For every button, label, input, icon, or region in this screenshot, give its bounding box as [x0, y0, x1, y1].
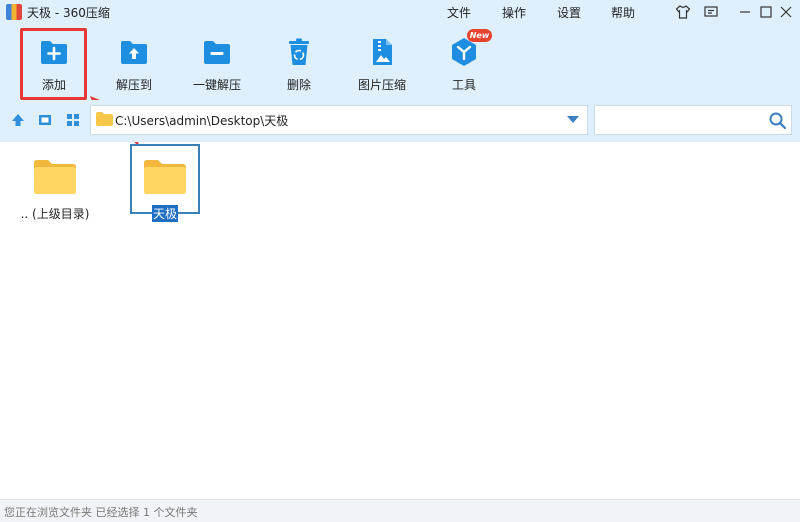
title-bar: 天极 - 360压缩 文件 操作 设置 帮助 — [0, 0, 800, 24]
menu-settings[interactable]: 设置 — [557, 4, 581, 21]
feedback-icon[interactable] — [701, 2, 721, 22]
status-bar: 您正在浏览文件夹 已经选择 1 个文件夹 — [0, 499, 800, 522]
tools-label: 工具 — [451, 78, 476, 92]
extract-folder-icon — [121, 41, 147, 64]
skin-icon[interactable] — [673, 2, 693, 22]
folder-icon — [34, 160, 76, 194]
folder-icon — [96, 112, 113, 126]
image-compress-button[interactable]: 图片压缩 — [347, 30, 417, 96]
menu-operation[interactable]: 操作 — [502, 4, 526, 21]
chevron-down-icon[interactable] — [567, 116, 579, 124]
image-compress-icon — [373, 39, 392, 65]
address-path: C:\Users\admin\Desktop\天极 — [115, 114, 289, 128]
menu-file[interactable]: 文件 — [447, 4, 471, 21]
file-item-label: .. (上级目录) — [20, 207, 90, 221]
grid-view-icon[interactable] — [65, 112, 81, 128]
search-input[interactable] — [594, 105, 792, 135]
extract-to-button[interactable]: 解压到 — [99, 30, 169, 96]
one-click-extract-label: 一键解压 — [192, 78, 241, 92]
maximize-icon[interactable] — [756, 2, 776, 22]
file-item-parent[interactable]: .. (上级目录) — [15, 157, 95, 222]
file-item-label-selected: 天极 — [151, 205, 178, 222]
highlight-box — [20, 28, 87, 100]
delete-label: 删除 — [286, 78, 311, 92]
extract-to-label: 解压到 — [115, 78, 152, 92]
folder-icon — [144, 160, 186, 194]
minimize-icon[interactable] — [735, 2, 755, 22]
trash-icon — [289, 38, 309, 65]
close-icon[interactable] — [776, 2, 796, 22]
file-item-tianji[interactable]: 天极 — [125, 157, 205, 222]
detail-view-icon[interactable] — [37, 112, 53, 128]
app-logo — [6, 4, 22, 20]
search-icon[interactable] — [769, 112, 786, 129]
new-badge: New — [467, 29, 492, 42]
address-bar[interactable]: C:\Users\admin\Desktop\天极 — [90, 105, 588, 135]
menu-help[interactable]: 帮助 — [611, 4, 635, 21]
one-click-extract-icon — [204, 41, 230, 64]
delete-button[interactable]: 删除 — [264, 30, 334, 96]
status-text: 您正在浏览文件夹 已经选择 1 个文件夹 — [4, 506, 198, 519]
up-arrow-icon[interactable] — [10, 112, 26, 128]
image-compress-label: 图片压缩 — [357, 78, 406, 92]
one-click-extract-button[interactable]: 一键解压 — [182, 30, 252, 96]
window-title: 天极 - 360压缩 — [27, 6, 110, 20]
